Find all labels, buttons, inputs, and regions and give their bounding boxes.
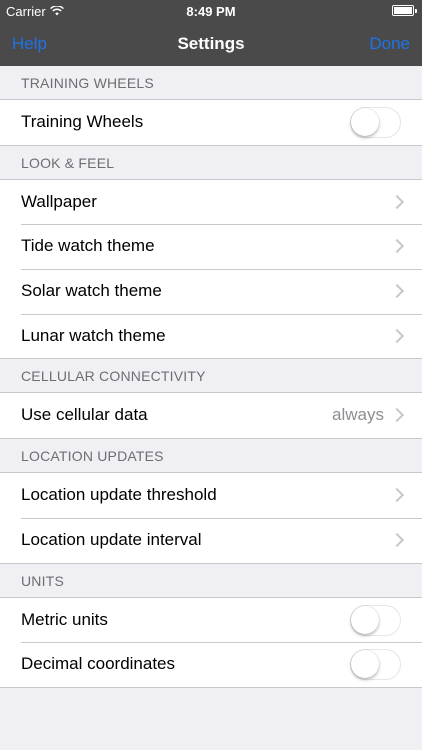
group-look-and-feel: Wallpaper Tide watch theme Solar watch t… — [0, 179, 422, 360]
section-header-units: UNITS — [0, 564, 422, 598]
group-cellular: Use cellular data always — [0, 393, 422, 440]
chevron-right-icon — [389, 328, 405, 343]
row-label: Metric units — [21, 609, 108, 629]
section-header-location-updates: LOCATION UPDATES — [0, 439, 422, 474]
row-label: Training Wheels — [21, 112, 144, 131]
section-header-cellular: CELLULAR CONNECTIVITY — [0, 359, 422, 394]
row-label: Wallpaper — [21, 191, 97, 211]
row-solar-watch-theme[interactable]: Solar watch theme — [0, 269, 422, 314]
navigation-bar: Help Settings Done — [0, 22, 422, 66]
decimal-coordinates-toggle[interactable] — [350, 649, 401, 681]
section-header-training-wheels: TRAINING WHEELS — [0, 66, 422, 100]
row-decimal-coordinates: Decimal coordinates — [0, 642, 422, 687]
settings-list: TRAINING WHEELS Training Wheels LOOK & F… — [0, 66, 422, 688]
row-label: Decimal coordinates — [21, 654, 176, 674]
chevron-right-icon — [389, 239, 405, 254]
chevron-right-icon — [389, 532, 405, 547]
row-value: always — [332, 405, 384, 425]
row-lunar-watch-theme[interactable]: Lunar watch theme — [0, 313, 422, 359]
status-time: 8:49 PM — [186, 4, 236, 19]
row-label: Tide watch theme — [21, 236, 155, 256]
row-label: Solar watch theme — [21, 281, 162, 301]
chevron-right-icon — [389, 408, 405, 423]
row-location-update-threshold[interactable]: Location update threshold — [0, 473, 422, 518]
metric-units-toggle[interactable] — [350, 604, 401, 636]
group-location-updates: Location update threshold Location updat… — [0, 473, 422, 564]
page-title: Settings — [177, 34, 245, 53]
done-button[interactable]: Done — [369, 22, 410, 66]
row-wallpaper[interactable]: Wallpaper — [0, 179, 422, 225]
row-label: Lunar watch theme — [21, 325, 166, 345]
row-use-cellular-data[interactable]: Use cellular data always — [0, 393, 422, 439]
row-training-wheels: Training Wheels — [0, 100, 422, 145]
row-tide-watch-theme[interactable]: Tide watch theme — [0, 224, 422, 270]
status-bar: Carrier 8:49 PM — [0, 0, 422, 22]
group-training-wheels: Training Wheels — [0, 100, 422, 146]
training-wheels-toggle[interactable] — [350, 107, 401, 138]
chevron-right-icon — [389, 283, 405, 299]
section-header-look-and-feel: LOOK & FEEL — [0, 146, 422, 180]
row-location-update-interval[interactable]: Location update interval — [0, 517, 422, 563]
row-label: Location update interval — [21, 529, 202, 549]
group-units: Metric units Decimal coordinates — [0, 597, 422, 688]
battery-fill — [394, 7, 412, 14]
chevron-right-icon — [389, 488, 405, 503]
row-metric-units: Metric units — [0, 597, 422, 643]
battery-icon — [392, 5, 417, 16]
row-label: Use cellular data — [21, 405, 148, 425]
row-label: Location update threshold — [21, 485, 217, 505]
chevron-right-icon — [389, 194, 405, 209]
